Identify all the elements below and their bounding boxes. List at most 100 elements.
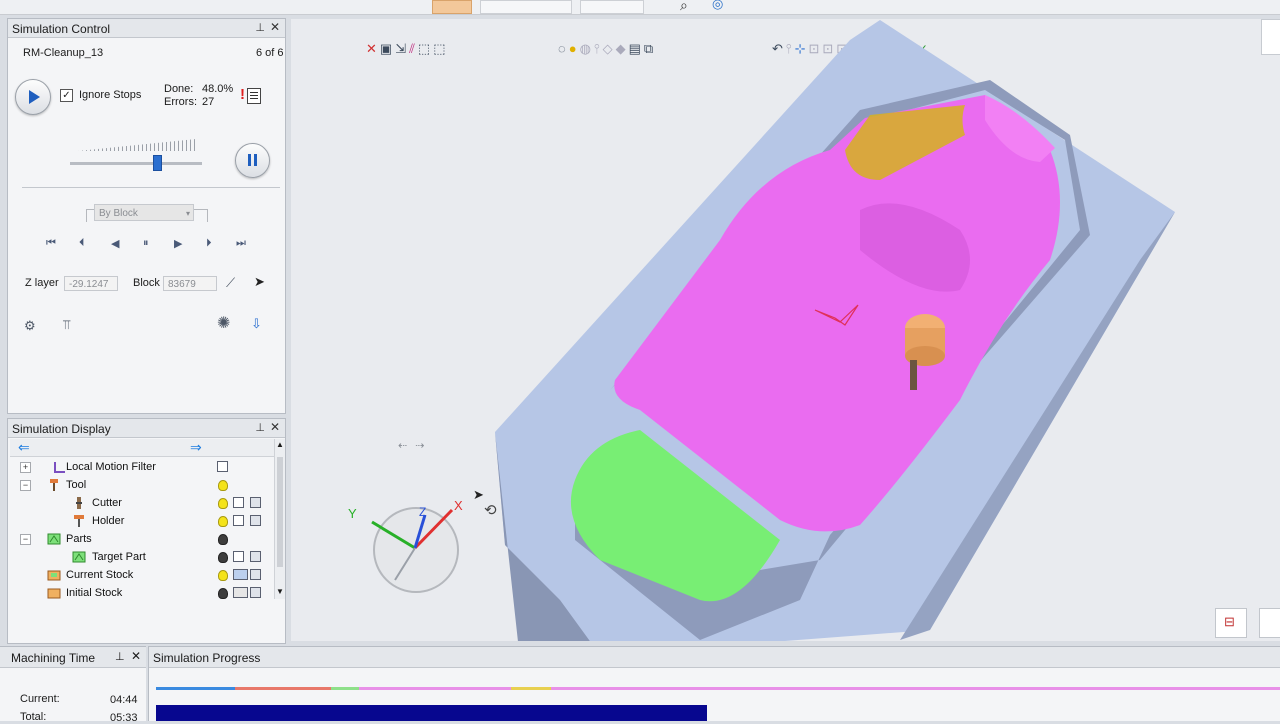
- view-reset-icon: ⊟: [1224, 614, 1235, 629]
- close-icon[interactable]: ✕: [270, 20, 280, 34]
- shaded-toggle-icon[interactable]: [250, 497, 261, 508]
- back-arrow-icon[interactable]: ⇐: [18, 439, 30, 456]
- progress-fill: [156, 705, 708, 721]
- pin-icon[interactable]: ⊥: [255, 21, 265, 34]
- zlayer-label: Z layer: [25, 277, 59, 289]
- view-side-button[interactable]: [1259, 608, 1280, 638]
- initial-stock-icon: [47, 588, 61, 599]
- rotate-cursor-icon: ⟲: [484, 502, 497, 519]
- axis-gizmo-sphere: [373, 507, 459, 593]
- tree-row-parts[interactable]: − Parts: [16, 531, 278, 549]
- toolpath-name: RM-Cleanup_13: [23, 47, 104, 59]
- pause-button[interactable]: [235, 143, 270, 178]
- stock-shaded-toggle-icon[interactable]: [233, 569, 248, 580]
- ignore-stops-checkbox[interactable]: ✓: [60, 89, 73, 102]
- go-end-button[interactable]: ⏭: [236, 237, 246, 250]
- stop-button[interactable]: ⏸: [143, 237, 149, 250]
- wireframe-toggle-icon[interactable]: [233, 515, 244, 526]
- speed-slider-track[interactable]: [70, 155, 202, 171]
- error-report-icon[interactable]: [247, 88, 261, 104]
- visible-bulb-icon[interactable]: [218, 516, 228, 527]
- chevron-down-icon: ▾: [185, 209, 190, 218]
- step-back-button[interactable]: ⏴: [79, 237, 85, 250]
- trace-icon[interactable]: ⟋: [226, 276, 235, 290]
- model-render: [371, 20, 1175, 641]
- toolbar-tab[interactable]: [480, 0, 572, 14]
- tool-icon: [50, 479, 58, 491]
- tree-row-holder[interactable]: Holder: [16, 513, 278, 531]
- toolpath-segments-bar: [156, 687, 1280, 690]
- block-input[interactable]: 83679: [163, 276, 217, 291]
- wireframe-toggle-icon[interactable]: [233, 551, 244, 562]
- pointer-icon[interactable]: ➤: [254, 275, 265, 289]
- visibility-checkbox[interactable]: [217, 461, 228, 472]
- speed-slider-thumb[interactable]: [153, 155, 163, 171]
- pin-icon[interactable]: ⊥: [115, 650, 125, 663]
- collision-icon[interactable]: ⚙: [24, 319, 36, 333]
- toolbar-tab[interactable]: [580, 0, 644, 14]
- tree-row-cutter[interactable]: Cutter: [16, 495, 278, 513]
- segment-4: [359, 687, 511, 690]
- play-button[interactable]: [15, 79, 51, 115]
- play-back-button[interactable]: ◀: [111, 237, 119, 250]
- panel-title: Machining Time: [11, 651, 96, 665]
- tree-label: Local Motion Filter: [66, 461, 156, 473]
- segment-5: [511, 687, 551, 690]
- panel-header: Machining Time ⊥ ✕: [0, 647, 146, 668]
- shaded-toggle-icon[interactable]: [250, 587, 261, 598]
- collapse-toggle[interactable]: −: [20, 534, 31, 545]
- done-value: 48.0%: [202, 83, 234, 95]
- pin-icon[interactable]: ⊥: [255, 421, 265, 434]
- forward-arrow-icon[interactable]: ⇒: [190, 439, 202, 456]
- tree-row-current-stock[interactable]: Current Stock: [16, 567, 278, 585]
- step-forward-button[interactable]: ⏵: [206, 237, 212, 250]
- hidden-bulb-icon[interactable]: [218, 588, 228, 599]
- done-label: Done:: [164, 83, 194, 95]
- panel-title: Simulation Control: [12, 22, 111, 36]
- tool-icon[interactable]: ⫪: [63, 318, 70, 332]
- search-icon[interactable]: ⌕: [680, 0, 688, 14]
- panel-header: Simulation Control ⊥ ✕: [8, 19, 285, 38]
- zlayer-input[interactable]: -29.1247: [64, 276, 118, 291]
- tree-label: Tool: [66, 479, 87, 491]
- export-icon[interactable]: ⇩: [251, 317, 262, 331]
- view-cube-button[interactable]: ⊟: [1215, 608, 1247, 638]
- divider: [22, 187, 280, 188]
- go-start-button[interactable]: ⏮: [46, 237, 56, 250]
- collapse-toggle[interactable]: −: [20, 480, 31, 491]
- simulation-display-panel: Simulation Display ⊥ ✕ ⇐ ⇒ ▲ ▼ + Local M…: [7, 418, 286, 644]
- step-mode-select[interactable]: By Block ▾: [94, 204, 194, 221]
- tree-row-tool[interactable]: − Tool: [16, 477, 278, 495]
- tree-label: Initial Stock: [66, 587, 123, 599]
- shaded-toggle-icon[interactable]: [250, 551, 261, 562]
- close-icon[interactable]: ✕: [131, 649, 141, 663]
- visible-bulb-icon[interactable]: [218, 498, 228, 509]
- tree-row-local-motion-filter[interactable]: + Local Motion Filter: [16, 459, 278, 477]
- close-icon[interactable]: ✕: [270, 420, 280, 434]
- refresh-icon[interactable]: ✺: [217, 316, 230, 332]
- pan-arrows-icon[interactable]: ⇠⇢: [398, 439, 432, 452]
- target-part-icon: [72, 551, 86, 563]
- tree-row-target-part[interactable]: Target Part: [16, 549, 278, 567]
- expand-toggle[interactable]: +: [20, 462, 31, 473]
- scroll-up-icon[interactable]: ▲: [276, 440, 284, 449]
- ignore-stops-label: Ignore Stops: [79, 89, 142, 101]
- help-icon[interactable]: ◎: [712, 0, 723, 12]
- shaded-toggle-icon[interactable]: [250, 515, 261, 526]
- errors-label: Errors:: [164, 96, 197, 108]
- segment-2: [235, 687, 331, 690]
- machining-time-panel: Machining Time ⊥ ✕ Current: 04:44 Total:…: [0, 646, 146, 724]
- visible-bulb-icon[interactable]: [218, 480, 228, 491]
- hidden-bulb-icon[interactable]: [218, 552, 228, 563]
- shaded-toggle-icon[interactable]: [250, 569, 261, 580]
- hidden-bulb-icon[interactable]: [218, 534, 228, 545]
- wireframe-toggle-icon[interactable]: [233, 497, 244, 508]
- block-value: 83679: [168, 279, 196, 290]
- 3d-viewport[interactable]: ✕▣⇲⫽⬚⬚ ◌●◍⫯◇◆▤⧉ ↶⫯⊹⊡⊡⊡⊡⊡⊡⊡⧆⋎ X Y: [291, 19, 1280, 641]
- tree-row-initial-stock[interactable]: Initial Stock: [16, 585, 278, 603]
- simulation-progress-panel: Simulation Progress: [148, 646, 1280, 721]
- toolbar-tab-highlight[interactable]: [432, 0, 472, 14]
- play-forward-button[interactable]: ▶: [174, 237, 182, 250]
- visible-bulb-icon[interactable]: [218, 570, 228, 581]
- stock-shaded-toggle-icon[interactable]: [233, 587, 248, 598]
